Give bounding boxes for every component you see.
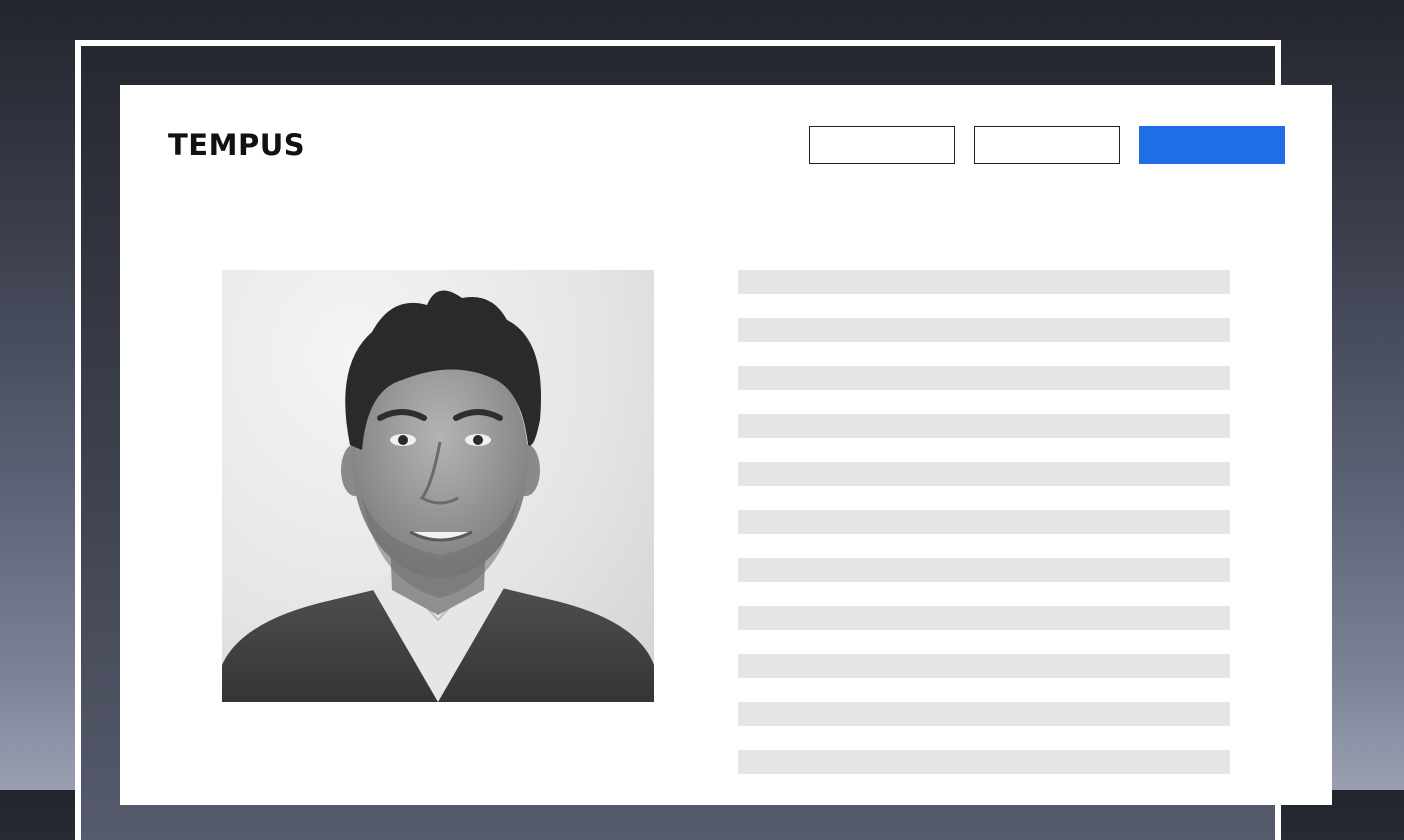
nav-button-1[interactable] xyxy=(809,126,955,164)
portrait-illustration xyxy=(222,290,654,702)
text-placeholder-line xyxy=(738,750,1230,774)
tempus-logo[interactable]: TEMPUS xyxy=(168,127,305,163)
text-placeholder-line xyxy=(738,606,1230,630)
text-placeholder-line xyxy=(738,702,1230,726)
text-placeholder-line xyxy=(738,462,1230,486)
logo-text: TEMPUS xyxy=(168,128,306,162)
text-placeholder-line xyxy=(738,558,1230,582)
person-portrait-photo xyxy=(222,270,654,702)
text-placeholder-lines xyxy=(738,270,1230,798)
cta-button[interactable] xyxy=(1139,126,1285,164)
text-placeholder-line xyxy=(738,414,1230,438)
text-placeholder-line xyxy=(738,318,1230,342)
text-placeholder-line xyxy=(738,366,1230,390)
text-placeholder-line xyxy=(738,654,1230,678)
text-placeholder-line xyxy=(738,270,1230,294)
nav-button-2[interactable] xyxy=(974,126,1120,164)
text-placeholder-line xyxy=(738,510,1230,534)
web-page: TEMPUS xyxy=(120,85,1332,805)
